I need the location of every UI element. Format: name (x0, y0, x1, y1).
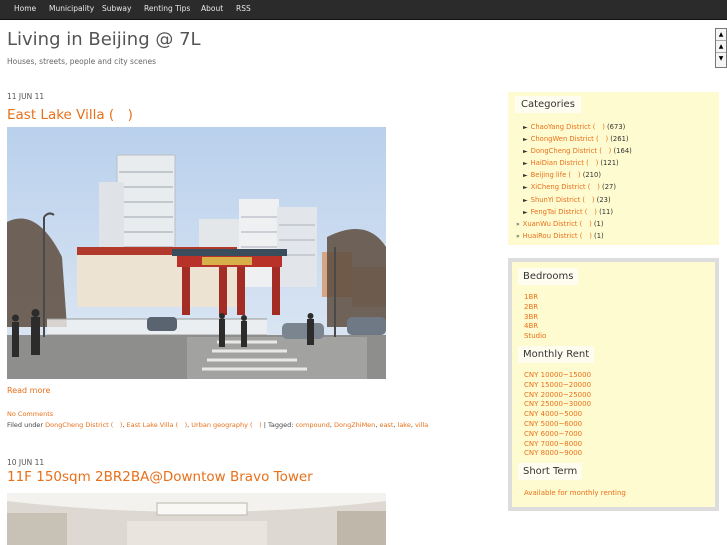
category-link-urban-geography[interactable]: Urban geography ( ) (191, 421, 261, 429)
top-navigation: Home Municipality Subway Renting Tips Ab… (0, 0, 727, 20)
nav-about-link[interactable]: About (201, 4, 223, 13)
category-count: (27) (602, 183, 616, 192)
category-count: (1) (593, 219, 604, 228)
tag-link[interactable]: compound (295, 421, 329, 429)
filter-widget: Bedrooms 1BR 2BR 3BR 4BR Studio Monthly … (508, 258, 719, 511)
bullet-icon: ► (523, 160, 528, 168)
street-scene-image (7, 127, 386, 379)
rent-range-link[interactable]: CNY 10000~15000 (524, 371, 591, 381)
tag-link[interactable]: east (379, 421, 393, 429)
rent-range-link[interactable]: CNY 25000~30000 (524, 400, 591, 410)
rent-range-link[interactable]: CNY 4000~5000 (524, 410, 591, 420)
rent-range-link[interactable]: CNY 8000~9000 (524, 449, 591, 459)
comments-link[interactable]: No Comments (7, 410, 53, 418)
nav-renting-tips-link[interactable]: Renting Tips (144, 4, 190, 13)
tag-link[interactable]: lake (398, 421, 411, 429)
nav-subway-link[interactable]: Subway (102, 4, 131, 13)
short-term-link[interactable]: Available for monthly renting (524, 489, 626, 499)
category-item: ► ChongWen District ( ) (261) (523, 133, 632, 145)
rent-range-link[interactable]: CNY 20000~25000 (524, 391, 591, 401)
scroll-widget: ▲ ▲ ▼ (715, 28, 727, 68)
category-count: (23) (596, 195, 611, 204)
bedroom-link[interactable]: 3BR (524, 313, 546, 323)
rent-range-link[interactable]: CNY 5000~6000 (524, 420, 591, 430)
post-photo[interactable] (7, 127, 386, 379)
post-date: 10 JUN 11 (7, 458, 45, 467)
read-more-link[interactable]: Read more (7, 386, 50, 395)
post-date: 11 JUN 11 (7, 92, 45, 101)
scroll-up-icon[interactable]: ▲ (716, 29, 726, 41)
short-term-list: Available for monthly renting (524, 489, 626, 499)
category-item: ► ShunYi District ( ) (23) (523, 194, 632, 206)
category-item: ► DongCheng District ( ) (164) (523, 145, 632, 157)
category-count: (210) (582, 171, 601, 180)
rent-list: CNY 10000~15000 CNY 15000~20000 CNY 2000… (524, 371, 591, 459)
category-link-east-lake-villa[interactable]: East Lake Villa ( ) (127, 421, 188, 429)
bullet-icon: ► (523, 136, 528, 144)
bullet-icon: ► (523, 172, 528, 180)
category-link[interactable]: XuanWu District ( ) (523, 220, 592, 228)
tag-link[interactable]: DongZhiMen (334, 421, 375, 429)
tag-link[interactable]: villa (415, 421, 428, 429)
categories-heading: Categories (515, 96, 581, 113)
category-link[interactable]: DongCheng District ( ) (531, 147, 612, 155)
category-count: (164) (613, 147, 632, 156)
rent-range-link[interactable]: CNY 15000~20000 (524, 381, 591, 391)
bullet-icon: ► (523, 124, 528, 131)
category-item: ► Beijing life ( ) (210) (523, 169, 632, 181)
bedroom-link[interactable]: 4BR (524, 322, 546, 332)
bullet-icon: ► (523, 208, 528, 216)
post-title-link[interactable]: 11F 150sqm 2BR2BA@Downtow Bravo Tower (7, 469, 313, 485)
category-count: (11) (599, 207, 614, 216)
rent-range-link[interactable]: CNY 6000~7000 (524, 430, 591, 440)
bullet-icon: ► (523, 184, 528, 192)
category-count: (121) (600, 159, 619, 168)
nav-municipality-link[interactable]: Municipality (49, 4, 94, 13)
apartment-interior-image (7, 493, 386, 545)
category-link[interactable]: HuaiRou District ( ) (523, 232, 592, 240)
category-item: » XuanWu District ( ) (1) (516, 218, 632, 230)
category-link[interactable]: ChongWen District ( ) (531, 135, 608, 143)
bedroom-link[interactable]: 2BR (524, 303, 546, 313)
scroll-down-icon[interactable]: ▼ (716, 53, 726, 65)
post-photo[interactable] (7, 493, 386, 545)
rent-range-link[interactable]: CNY 7000~8000 (524, 440, 591, 450)
tagged-label: | Tagged: (261, 421, 296, 429)
category-link-dongcheng[interactable]: DongCheng District ( ) (45, 421, 122, 429)
category-link[interactable]: HaiDian District ( ) (531, 159, 599, 167)
category-item: ► ChaoYang District ( ) (673) (523, 121, 632, 133)
post-meta: Filed under DongCheng District ( ), East… (7, 421, 429, 429)
site-description: Houses, streets, people and city scenes (7, 57, 156, 66)
category-link[interactable]: ChaoYang District ( ) (531, 123, 605, 131)
category-link[interactable]: XiCheng District ( ) (531, 183, 600, 191)
bedroom-link[interactable]: Studio (524, 332, 546, 342)
nav-rss-link[interactable]: RSS (236, 4, 251, 13)
filed-under-label: Filed under (7, 421, 46, 429)
category-item: ► XiCheng District ( ) (27) (523, 181, 632, 193)
bedrooms-list: 1BR 2BR 3BR 4BR Studio (524, 293, 546, 342)
short-term-heading: Short Term (518, 463, 583, 480)
category-link[interactable]: ShunYi District ( ) (531, 196, 595, 204)
category-item: ► HaiDian District ( ) (121) (523, 157, 632, 169)
monthly-rent-heading: Monthly Rent (518, 346, 595, 363)
category-link[interactable]: Beijing life ( ) (531, 171, 581, 179)
scroll-up-small-icon[interactable]: ▲ (716, 41, 726, 53)
nav-home-link[interactable]: Home (14, 4, 36, 13)
category-list: ► ChaoYang District ( ) (673) ► ChongWen D… (516, 121, 632, 242)
category-item: » HuaiRou District ( ) (1) (516, 230, 632, 242)
bedroom-link[interactable]: 1BR (524, 293, 546, 303)
bullet-icon: » (516, 232, 520, 240)
category-item: ► FengTai District ( ) (11) (523, 206, 632, 218)
bullet-icon: ► (523, 148, 528, 156)
bullet-icon: » (516, 220, 520, 228)
bedrooms-heading: Bedrooms (518, 268, 579, 285)
category-link[interactable]: FengTai District ( ) (531, 208, 597, 216)
site-title[interactable]: Living in Beijing @ 7L (7, 29, 201, 50)
category-count: (261) (610, 135, 629, 144)
bullet-icon: ► (523, 196, 528, 204)
category-count: (1) (594, 231, 604, 240)
categories-widget: Categories ► ChaoYang District ( ) (673) … (508, 92, 719, 245)
category-count: (673) (607, 123, 626, 131)
post-title-link[interactable]: East Lake Villa ( ) (7, 103, 133, 123)
